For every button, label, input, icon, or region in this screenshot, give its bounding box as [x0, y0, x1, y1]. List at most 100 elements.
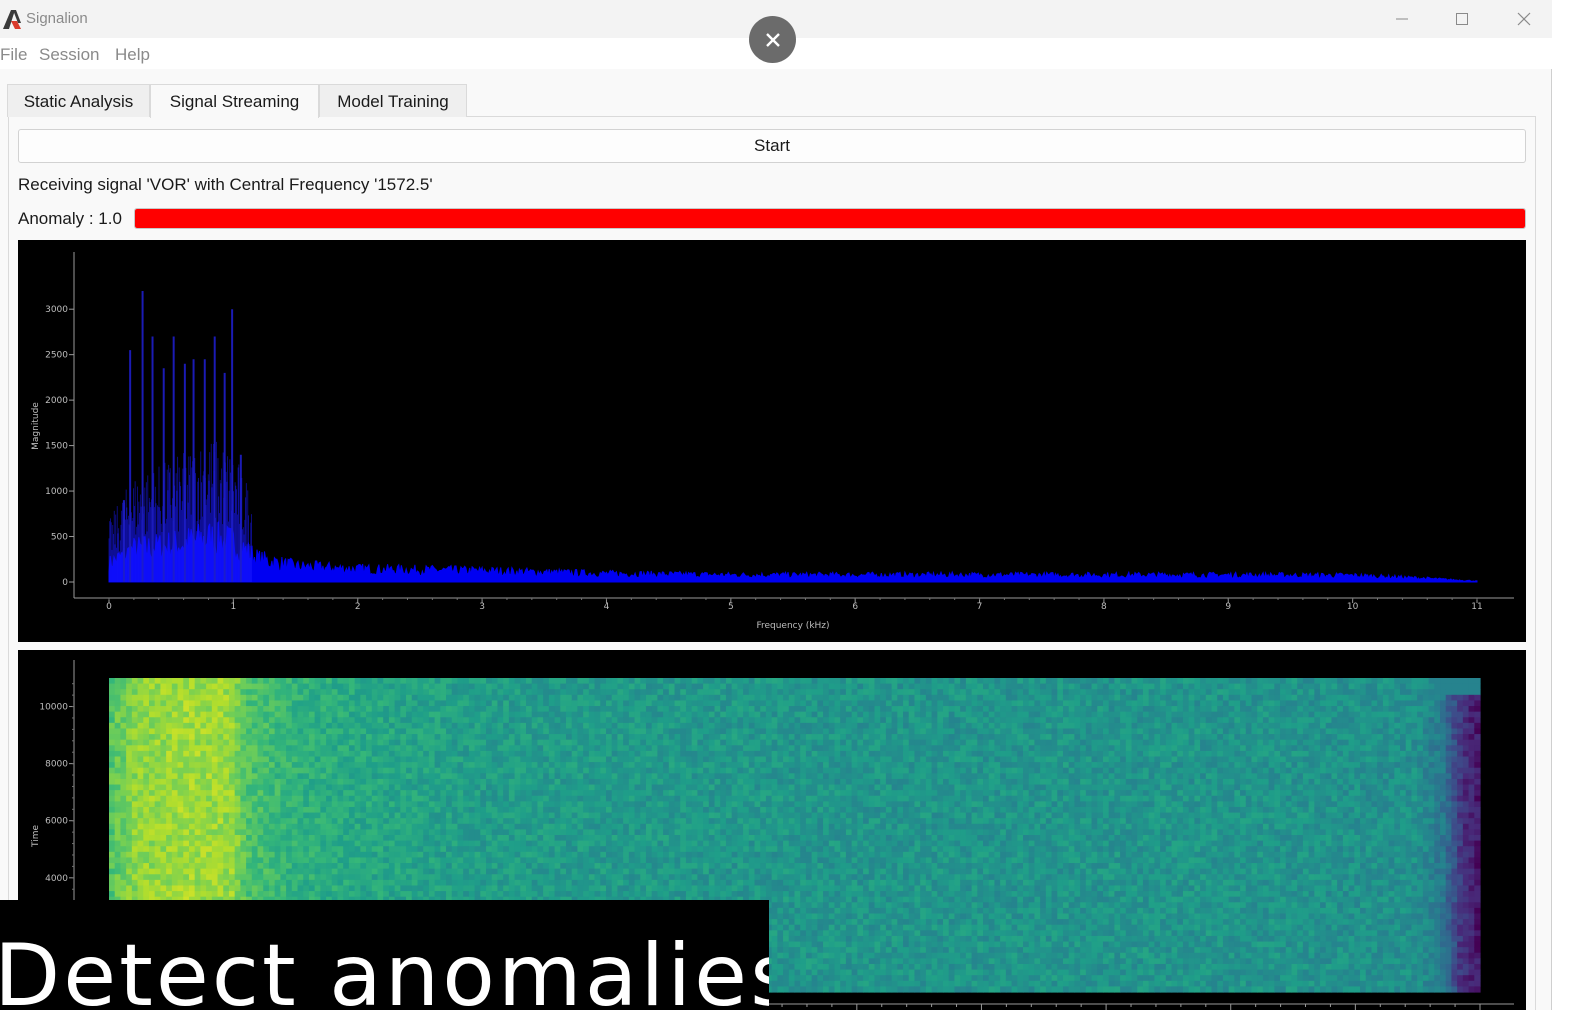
- spectrogram-cell: [234, 879, 241, 887]
- spectrogram-cell: [274, 823, 281, 830]
- menu-file[interactable]: File: [0, 45, 27, 65]
- spectrogram-cell: [257, 767, 264, 774]
- spectrogram-cell: [497, 717, 504, 724]
- spectrogram-cell: [120, 801, 127, 808]
- spectrogram-cell: [109, 840, 116, 847]
- tab-model-training[interactable]: Model Training: [319, 84, 467, 117]
- minimize-button[interactable]: [1372, 0, 1432, 38]
- spectrogram-cell: [360, 784, 367, 791]
- spectrogram-cell: [314, 750, 321, 758]
- spectrogram-cell: [223, 846, 230, 853]
- spectrogram-cell: [343, 745, 350, 752]
- spectrogram-cell: [308, 739, 316, 746]
- spectrogram-cell: [480, 829, 487, 836]
- spectrogram-cell: [537, 863, 544, 870]
- spectrogram-cell: [188, 706, 196, 713]
- spectrogram-cell: [537, 750, 544, 758]
- spectrogram-cell: [548, 840, 556, 847]
- spectrogram-cell: [343, 784, 350, 791]
- spectrogram-cell: [143, 762, 150, 769]
- spectrogram-cell: [446, 891, 453, 898]
- spectrogram-cell: [268, 790, 276, 797]
- spectrogram-cell: [171, 790, 179, 797]
- spectrogram-cell: [286, 851, 293, 859]
- spectrogram-cell: [148, 689, 156, 696]
- spectrogram-cell: [566, 722, 573, 730]
- tab-static-analysis[interactable]: Static Analysis: [7, 84, 150, 117]
- spectrogram-cell: [428, 879, 436, 887]
- spectrogram-cell: [388, 784, 396, 791]
- close-window-button[interactable]: [1494, 0, 1554, 38]
- spectrogram-cell: [491, 874, 499, 881]
- spectrogram-cell: [457, 767, 464, 774]
- spectrogram-cell: [143, 694, 150, 702]
- spectrogram-cell: [240, 812, 247, 819]
- spectrogram-cell: [383, 846, 390, 853]
- spectrogram-cell: [508, 829, 516, 836]
- spectrogram-cell: [537, 728, 544, 735]
- spectrogram-cell: [554, 694, 561, 702]
- spectrogram-cell: [200, 823, 207, 830]
- spectrogram-cell: [331, 706, 339, 713]
- spectrogram-cell: [274, 767, 281, 774]
- spectrogram-cell: [537, 683, 544, 690]
- spectrogram-cell: [508, 851, 516, 859]
- spectrogram-cell: [514, 879, 521, 887]
- spectrum-series-envelope: [108, 521, 1478, 583]
- spectrogram-cell: [246, 857, 253, 864]
- spectrogram-cell: [326, 711, 333, 718]
- spectrogram-cell: [131, 700, 139, 707]
- spectrogram-cell: [126, 756, 133, 763]
- spectrogram-cell: [520, 879, 527, 887]
- spectrogram-cell: [206, 678, 213, 685]
- spectrogram-cell: [411, 778, 419, 786]
- tab-signal-streaming[interactable]: Signal Streaming: [150, 84, 319, 118]
- spectrogram-cell: [206, 846, 213, 853]
- spectrogram-cell: [520, 863, 527, 870]
- spectrogram-cell: [211, 734, 219, 741]
- spectrogram-cell: [217, 812, 224, 819]
- spectrogram-cell: [388, 874, 396, 881]
- spectrogram-cell: [240, 868, 247, 875]
- spectrogram-cell: [497, 885, 504, 892]
- spectrogram-cell: [234, 823, 241, 830]
- spectrogram-cell: [514, 835, 521, 842]
- spectrogram-cell: [228, 863, 236, 870]
- spectrogram-cell: [268, 689, 276, 696]
- spectrogram-cell: [206, 784, 213, 791]
- spectrogram-cell: [428, 891, 436, 898]
- spectrogram-cell: [548, 750, 556, 758]
- spectrogram-cell: [480, 879, 487, 887]
- menu-session[interactable]: Session: [39, 45, 99, 65]
- spectrogram-y-tick-label: 8000: [45, 760, 68, 770]
- spectrogram-cell: [417, 879, 424, 887]
- maximize-button[interactable]: [1432, 0, 1492, 38]
- spectrogram-cell: [240, 683, 247, 690]
- spectrogram-cell: [388, 795, 396, 802]
- spectrogram-cell: [571, 745, 579, 752]
- spectrogram-cell: [303, 711, 310, 718]
- spectrogram-cell: [166, 812, 173, 819]
- spectrogram-cell: [566, 806, 573, 814]
- spectrogram-cell: [417, 801, 424, 808]
- spectrogram-cell: [114, 745, 122, 752]
- spectrogram-cell: [148, 756, 156, 763]
- spectrogram-cell: [200, 734, 207, 741]
- start-button[interactable]: Start: [18, 129, 1526, 163]
- menu-help[interactable]: Help: [115, 45, 150, 65]
- spectrogram-cell: [286, 722, 293, 730]
- spectrogram-cell: [537, 879, 544, 887]
- spectrogram-cell: [486, 683, 493, 690]
- spectrogram-y-tick-label: 6000: [45, 817, 68, 827]
- spectrogram-cell: [166, 885, 173, 892]
- spectrogram-cell: [543, 700, 550, 707]
- spectrogram-cell: [200, 885, 207, 892]
- spectrogram-cell: [468, 835, 476, 842]
- spectrum-plot[interactable]: 0 500 1000 1500 2000 2500 3000 0 1 2 3 4 5 6 7 8 9 10 11 Fr…: [18, 240, 1526, 642]
- spectrogram-cell: [188, 818, 196, 825]
- spectrogram-cell: [274, 784, 281, 791]
- spectrogram-cell: [160, 728, 167, 735]
- spectrogram-cell: [548, 891, 556, 898]
- spectrogram-cell: [280, 694, 287, 702]
- spectrogram-cell: [211, 857, 219, 864]
